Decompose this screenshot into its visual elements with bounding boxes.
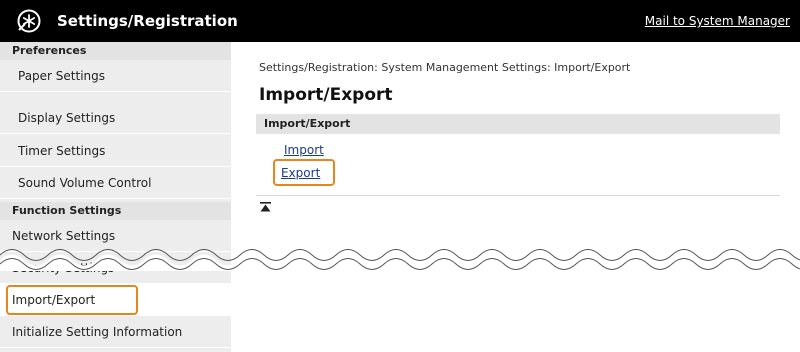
sidebar-item-initialize-setting-information[interactable]: Initialize Setting Information (0, 316, 231, 348)
mail-to-system-manager-link[interactable]: Mail to System Manager (645, 13, 790, 29)
sidebar-item-paper-settings[interactable]: Paper Settings (0, 60, 231, 92)
sidebar-item-network-settings[interactable]: Network Settings (0, 220, 231, 252)
sidebar-item-security-settings[interactable]: Security Settings (0, 252, 231, 284)
import-link[interactable]: Import (284, 143, 324, 157)
divider (256, 195, 780, 196)
section-header-import-export: Import/Export (256, 114, 780, 134)
breadcrumb: Settings/Registration: System Management… (259, 61, 631, 74)
import-export-highlight (6, 285, 138, 315)
back-to-top-icon[interactable] (260, 202, 271, 212)
export-highlight (273, 159, 335, 186)
sidebar-item-timer-settings[interactable]: Timer Settings (0, 135, 231, 167)
top-bar: Settings/Registration Mail to System Man… (0, 0, 800, 42)
page-title: Import/Export (259, 85, 393, 105)
app-title: Settings/Registration (57, 12, 238, 30)
main-content: Settings/Registration: System Management… (231, 42, 800, 352)
sidebar-heading-function-settings: Function Settings (0, 202, 231, 220)
settings-registration-icon (17, 9, 41, 33)
sidebar-item-sound-volume-control[interactable]: Sound Volume Control (0, 167, 231, 199)
sidebar-item-display-settings[interactable]: Display Settings (0, 102, 231, 134)
sidebar-heading-preferences: Preferences (0, 42, 231, 60)
